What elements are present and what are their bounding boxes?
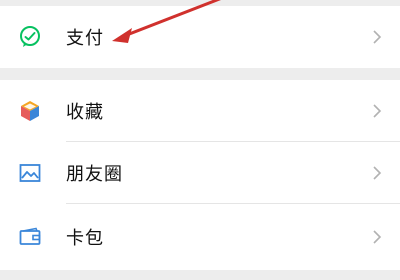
wechat-pay-icon xyxy=(18,25,42,49)
chevron-right-icon xyxy=(372,165,382,181)
menu-item-payment[interactable]: 支付 xyxy=(0,6,400,68)
settings-page: 支付 收藏 朋友圈 卡包 xyxy=(0,0,400,280)
chevron-right-icon xyxy=(372,29,382,45)
menu-item-favorites[interactable]: 收藏 xyxy=(0,80,400,142)
menu-item-label: 收藏 xyxy=(66,102,104,123)
chevron-right-icon xyxy=(372,229,382,245)
menu-item-label: 卡包 xyxy=(66,228,104,249)
card-wallet-icon xyxy=(18,225,42,249)
menu-item-cards[interactable]: 卡包 xyxy=(0,204,400,270)
menu-item-label: 支付 xyxy=(66,28,104,49)
menu-item-label: 朋友圈 xyxy=(66,164,123,185)
moments-image-icon xyxy=(18,161,42,185)
favorites-cube-icon xyxy=(18,99,42,123)
chevron-right-icon xyxy=(372,103,382,119)
menu-item-moments[interactable]: 朋友圈 xyxy=(0,142,400,204)
